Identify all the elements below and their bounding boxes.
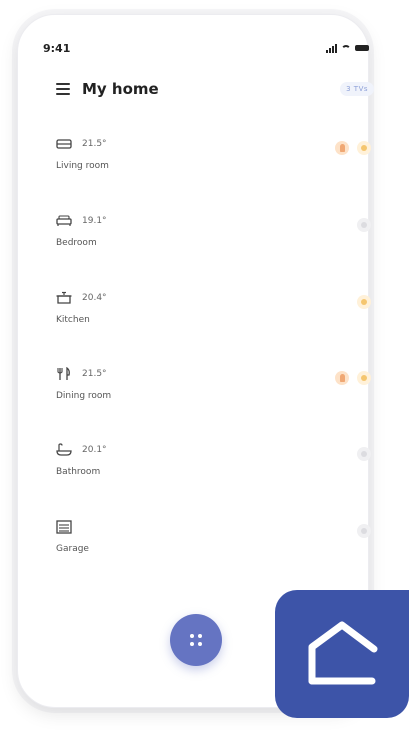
- room-name: Dining room: [56, 391, 112, 401]
- light-on-icon[interactable]: [357, 371, 371, 385]
- status-bar: 9:41: [43, 40, 369, 56]
- room-card-bedroom[interactable]: 19.1° Bedroom: [56, 212, 371, 256]
- room-card-living-room[interactable]: 21.5° Living room: [56, 135, 371, 179]
- grid-dots-icon: [190, 634, 202, 646]
- room-temp: 19.1°: [82, 216, 107, 226]
- status-icons: [326, 43, 369, 53]
- apps-grid-button[interactable]: [170, 614, 222, 666]
- page-title: My home: [82, 80, 159, 98]
- room-name: Bathroom: [56, 467, 101, 477]
- wifi-icon: [341, 44, 351, 52]
- room-indicators: [335, 371, 371, 385]
- light-off-icon[interactable]: [357, 524, 371, 538]
- room-temp: 21.5°: [82, 139, 107, 149]
- presence-icon: [335, 141, 349, 155]
- room-temp: 20.4°: [82, 293, 107, 303]
- status-badge[interactable]: 3 TVs: [340, 82, 374, 96]
- status-time: 9:41: [43, 41, 71, 55]
- light-off-icon[interactable]: [357, 447, 371, 461]
- room-indicators: [357, 295, 371, 309]
- room-card-bathroom[interactable]: 20.1° Bathroom: [56, 441, 371, 485]
- room-indicators: [335, 141, 371, 155]
- app-header: My home 3 TVs: [56, 78, 374, 100]
- battery-icon: [355, 45, 369, 51]
- light-on-icon[interactable]: [357, 295, 371, 309]
- light-on-icon[interactable]: [357, 141, 371, 155]
- bed-icon: [56, 215, 72, 226]
- signal-icon: [326, 43, 337, 53]
- sofa-icon: [56, 139, 72, 149]
- bathtub-icon: [56, 443, 72, 456]
- room-name: Garage: [56, 544, 89, 554]
- room-indicators: [357, 447, 371, 461]
- presence-icon: [335, 371, 349, 385]
- room-name: Bedroom: [56, 238, 97, 248]
- room-indicators: [357, 524, 371, 538]
- pot-icon: [56, 291, 72, 304]
- room-card-kitchen[interactable]: 20.4° Kitchen: [56, 289, 371, 333]
- app-logo: [275, 590, 409, 718]
- garage-icon: [56, 520, 72, 534]
- room-temp: 20.1°: [82, 445, 107, 455]
- cutlery-icon: [57, 367, 70, 380]
- room-name: Kitchen: [56, 315, 90, 325]
- house-icon: [308, 621, 378, 685]
- menu-icon[interactable]: [56, 83, 70, 95]
- room-card-dining-room[interactable]: 21.5° Dining room: [56, 365, 371, 409]
- light-off-icon[interactable]: [357, 218, 371, 232]
- room-card-garage[interactable]: Garage: [56, 518, 371, 562]
- room-temp: 21.5°: [82, 369, 107, 379]
- room-indicators: [357, 218, 371, 232]
- room-name: Living room: [56, 161, 109, 171]
